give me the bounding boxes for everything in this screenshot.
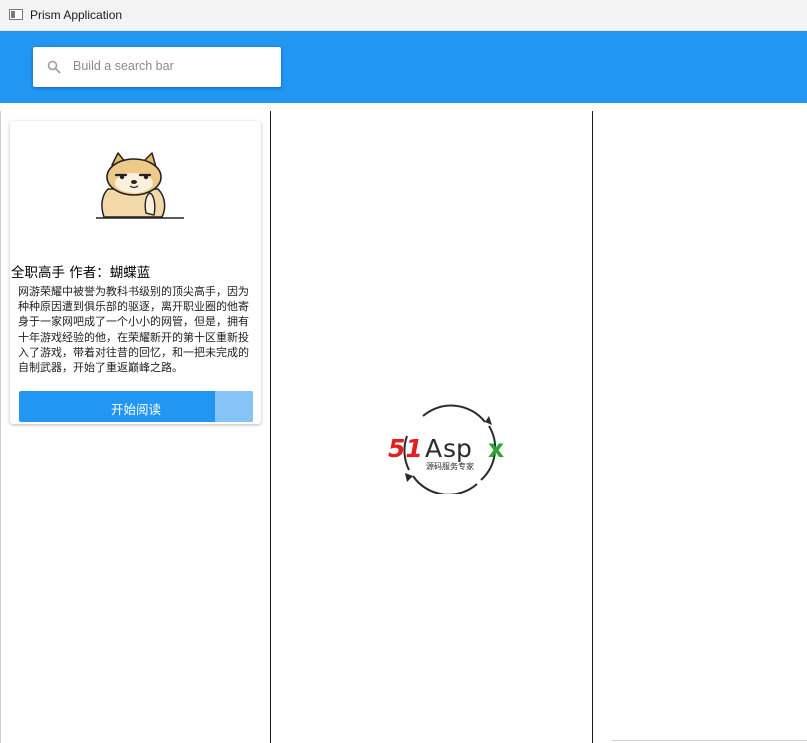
left-border [0, 111, 1, 743]
book-cover-image [96, 152, 184, 219]
column-divider-1 [270, 111, 271, 743]
start-reading-button[interactable]: 开始阅读 [19, 391, 253, 422]
title-bar: Prism Application [0, 0, 807, 31]
search-icon [47, 60, 61, 74]
bottom-border [612, 740, 807, 741]
logo-tagline: 源码服务专家 [426, 461, 474, 471]
book-author: 蝴蝶蓝 [109, 265, 151, 281]
logo-a: A [425, 434, 442, 463]
start-reading-label: 开始阅读 [110, 402, 161, 417]
logo-51: 51 [388, 434, 423, 463]
book-title: 全职高手 [11, 265, 65, 281]
search-input[interactable]: Build a search bar [33, 47, 281, 87]
author-label: 作者： [69, 265, 110, 281]
logo-sp: sp [443, 434, 472, 463]
app-window-icon [9, 9, 23, 20]
logo-x: x [488, 434, 504, 463]
column-divider-2 [592, 111, 593, 743]
book-card: 全职高手 作者：蝴蝶蓝 网游荣耀中被誉为教科书级别的顶尖高手，因为种种原因遭到俱… [10, 121, 261, 424]
search-placeholder: Build a search bar [73, 59, 174, 73]
book-description: 网游荣耀中被誉为教科书级别的顶尖高手，因为种种原因遭到俱乐部的驱逐，离开职业圈的… [18, 285, 249, 375]
book-title-line: 全职高手 作者：蝴蝶蓝 [11, 261, 150, 281]
brand-logo: 51 A sp x 源码服务专家 [388, 404, 504, 494]
window-title: Prism Application [30, 8, 123, 22]
app-header: Build a search bar [0, 31, 807, 103]
